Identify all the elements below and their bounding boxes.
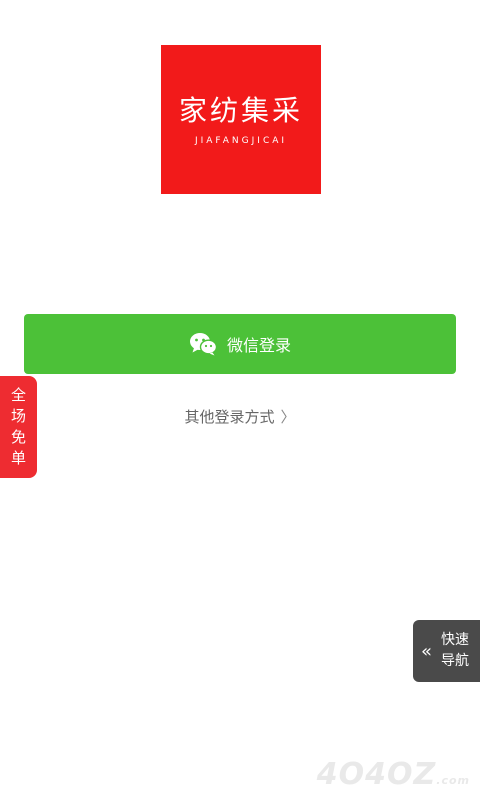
quick-nav-line: 快速 [441, 632, 469, 648]
watermark-suffix: .com [436, 774, 470, 787]
double-chevron-left-icon: « [421, 640, 433, 662]
other-login-label: 其他登录方式 [184, 408, 275, 426]
logo-english-name: JIAFANGJICAI [194, 135, 288, 146]
wechat-icon [189, 332, 217, 356]
watermark-text: 4O4OZ [316, 757, 437, 792]
free-badge-char: 全 [10, 386, 26, 404]
quick-nav-line: 导航 [441, 653, 469, 669]
quick-nav-button[interactable]: « 快速 导航 [413, 620, 480, 682]
free-badge-char: 单 [10, 449, 26, 467]
login-page: 家纺集采 JIAFANGJICAI 微信登录 其他登录方式〉 全 场 免 单 « [0, 0, 480, 800]
free-order-badge[interactable]: 全 场 免 单 [0, 376, 37, 478]
wechat-login-button[interactable]: 微信登录 [24, 314, 456, 374]
brand-logo: 家纺集采 JIAFANGJICAI [161, 45, 321, 194]
free-badge-char: 场 [10, 407, 26, 425]
logo-chinese-name: 家纺集采 [178, 93, 303, 127]
wechat-login-label: 微信登录 [226, 336, 291, 355]
quick-nav-label: 快速 导航 [441, 630, 469, 672]
other-login-link[interactable]: 其他登录方式〉 [0, 406, 480, 427]
chevron-right-icon: 〉 [280, 408, 296, 426]
site-watermark: 4O4OZ.com [317, 757, 470, 792]
free-badge-char: 免 [10, 428, 26, 446]
